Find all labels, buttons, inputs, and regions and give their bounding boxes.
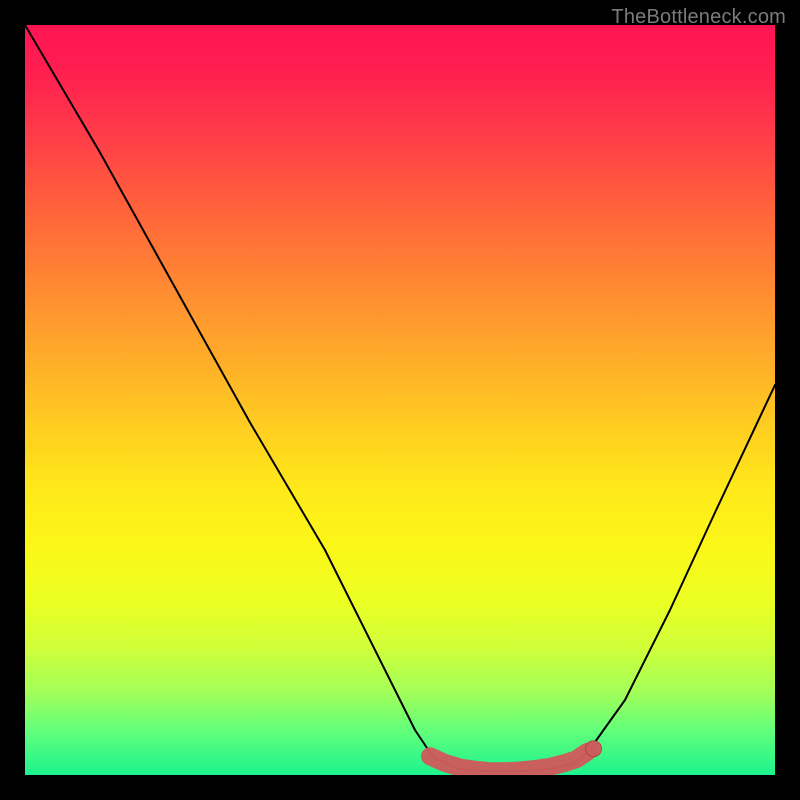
valley-marker-dot: [586, 741, 602, 757]
bottleneck-curve: [25, 25, 775, 771]
valley-marker-segment: [430, 752, 588, 772]
plot-area: [25, 25, 775, 775]
chart-stage: TheBottleneck.com: [0, 0, 800, 800]
chart-overlay-svg: [25, 25, 775, 775]
